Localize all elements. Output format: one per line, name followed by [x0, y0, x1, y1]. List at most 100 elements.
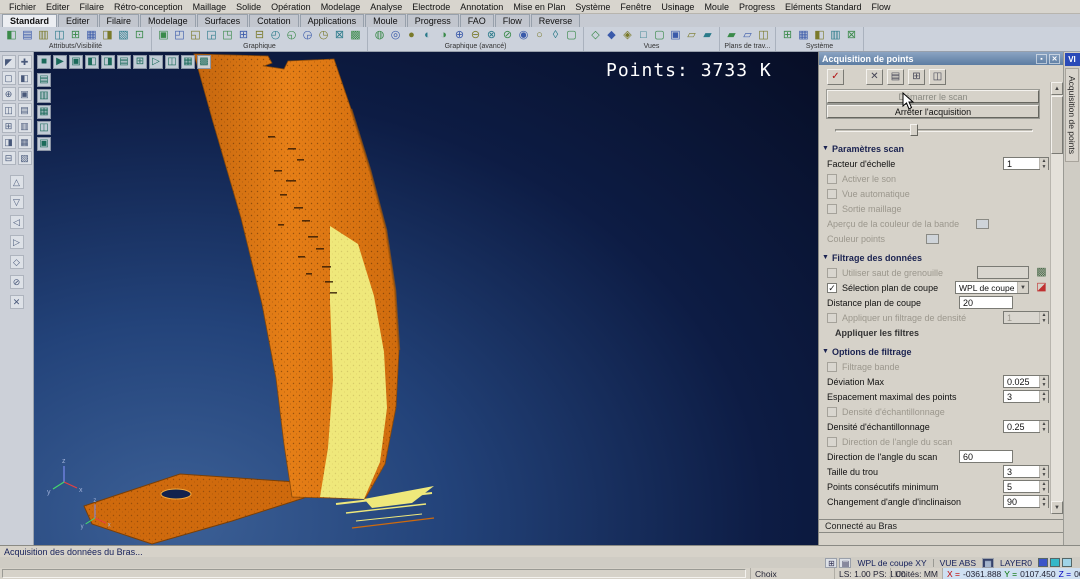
- menu-item[interactable]: Moule: [699, 2, 734, 12]
- menu-item[interactable]: Analyse: [365, 2, 407, 12]
- spin-down-icon[interactable]: ▼: [1040, 397, 1048, 403]
- ribbon-tab[interactable]: Reverse: [531, 14, 581, 27]
- left-tool-icon[interactable]: ✕: [10, 295, 24, 309]
- viewport-tool-icon[interactable]: ▥: [37, 89, 51, 103]
- toolbar-icon[interactable]: ▦: [796, 28, 811, 43]
- toolbar-icon[interactable]: ●: [404, 28, 419, 43]
- toolbar-icon[interactable]: ▥: [828, 28, 843, 43]
- toolbar-icon[interactable]: ◈: [620, 28, 635, 43]
- menu-item[interactable]: Filaire: [75, 2, 110, 12]
- left-tool-icon[interactable]: ⊘: [10, 275, 24, 289]
- autoview-checkbox[interactable]: [827, 189, 837, 199]
- status-tool-icon[interactable]: ⊞: [825, 558, 837, 568]
- viewport-tool-icon[interactable]: ▶: [53, 55, 67, 69]
- toolbar-icon[interactable]: ▥: [36, 28, 51, 43]
- left-tool-icon[interactable]: ◧: [18, 71, 32, 85]
- toolbar-icon[interactable]: ◲: [204, 28, 219, 43]
- toolbar-icon[interactable]: ◍: [372, 28, 387, 43]
- density-filter-spinner[interactable]: 1 ▲▼: [1003, 311, 1049, 324]
- toolbar-icon[interactable]: ▣: [668, 28, 683, 43]
- toolbar-icon[interactable]: ◰: [172, 28, 187, 43]
- menu-item[interactable]: Fenêtre: [615, 2, 656, 12]
- left-tool-icon[interactable]: ▣: [18, 87, 32, 101]
- deviation-spinner[interactable]: 0.025 ▲▼: [1003, 375, 1049, 388]
- viewport-tool-icon[interactable]: ⊞: [133, 55, 147, 69]
- spinner-value[interactable]: 90: [1004, 496, 1039, 507]
- ribbon-tab[interactable]: Applications: [300, 14, 365, 27]
- panel-scrollbar[interactable]: ▲ ▼: [1050, 82, 1063, 514]
- scroll-up-icon[interactable]: ▲: [1051, 82, 1063, 95]
- viewport-tool-icon[interactable]: ■: [37, 55, 51, 69]
- ribbon-tab[interactable]: Editer: [58, 14, 98, 27]
- spin-down-icon[interactable]: ▼: [1040, 164, 1048, 170]
- spinner-buttons[interactable]: ▲▼: [1039, 376, 1048, 387]
- toolbar-icon[interactable]: ◫: [756, 28, 771, 43]
- toolbar-icon[interactable]: ⊕: [452, 28, 467, 43]
- spinner-value[interactable]: 3: [1004, 466, 1039, 477]
- toolbar-icon[interactable]: ◶: [300, 28, 315, 43]
- left-tool-icon[interactable]: ◫: [2, 103, 16, 117]
- toolbar-icon[interactable]: ▦: [84, 28, 99, 43]
- frog-jump-checkbox[interactable]: [827, 268, 837, 278]
- spacing-spinner[interactable]: 3 ▲▼: [1003, 390, 1049, 403]
- toolbar-icon[interactable]: ◇: [588, 28, 603, 43]
- left-tool-icon[interactable]: ▦: [18, 135, 32, 149]
- viewport-tool-icon[interactable]: ▷: [149, 55, 163, 69]
- spinner-buttons[interactable]: ▲▼: [1039, 481, 1048, 492]
- band-color-swatch[interactable]: [976, 219, 989, 229]
- panel-title-bar[interactable]: Acquisition de points ▪ ✕: [819, 52, 1063, 65]
- toolbar-icon[interactable]: ◨: [100, 28, 115, 43]
- left-tool-icon[interactable]: ▢: [2, 71, 16, 85]
- left-tool-icon[interactable]: ⊕: [2, 87, 16, 101]
- viewport-tool-icon[interactable]: ▤: [37, 73, 51, 87]
- color-swatch[interactable]: [1050, 558, 1060, 567]
- start-scan-button[interactable]: Démarrer le scan: [827, 90, 1039, 103]
- point-color-swatch[interactable]: [926, 234, 939, 244]
- menu-item[interactable]: Progress: [734, 2, 780, 12]
- toolbar-icon[interactable]: ⊠: [844, 28, 859, 43]
- viewport-tool-icon[interactable]: ▣: [37, 137, 51, 151]
- wpl-indicator[interactable]: WPL de coupe XY: [857, 558, 926, 568]
- toolbar-icon[interactable]: ▰: [724, 28, 739, 43]
- pin-icon[interactable]: ▪: [1036, 54, 1047, 64]
- sound-checkbox[interactable]: [827, 174, 837, 184]
- toolbar-icon[interactable]: ▰: [700, 28, 715, 43]
- viewport-3d[interactable]: z x y z x y ■▶▣◧◨▤⊞▷◫▦▩ ▤▥▦◫▣ Points: 37…: [34, 52, 818, 545]
- toolbar-icon[interactable]: ⊡: [132, 28, 147, 43]
- spin-down-icon[interactable]: ▼: [1040, 487, 1048, 493]
- menu-item[interactable]: Eléments Standard: [780, 2, 867, 12]
- left-tool-icon[interactable]: ◇: [10, 255, 24, 269]
- band-filter-checkbox[interactable]: [827, 362, 837, 372]
- spinner-value[interactable]: 1: [1004, 158, 1039, 169]
- toolbar-icon[interactable]: ◆: [604, 28, 619, 43]
- viewport-tool-icon[interactable]: ◧: [85, 55, 99, 69]
- viewport-tool-icon[interactable]: ◨: [101, 55, 115, 69]
- cut-plane-checkbox[interactable]: ✓: [827, 283, 837, 293]
- choice-button[interactable]: Choix: [750, 568, 781, 579]
- sampling-spinner[interactable]: 0.25 ▲▼: [1003, 420, 1049, 433]
- ribbon-tab[interactable]: FAO: [460, 14, 494, 27]
- ribbon-tab[interactable]: Modelage: [140, 14, 196, 27]
- spinner-value[interactable]: 0.25: [1004, 421, 1039, 432]
- spin-down-icon[interactable]: ▼: [1040, 382, 1048, 388]
- collapse-icon[interactable]: ▼: [822, 145, 829, 152]
- panel-tool-icon[interactable]: ▤: [887, 69, 904, 85]
- toolbar-icon[interactable]: ◳: [220, 28, 235, 43]
- spinner-value[interactable]: 0.025: [1004, 376, 1039, 387]
- section-parametres-scan[interactable]: ▼ Paramètres scan: [819, 141, 1063, 156]
- left-tool-icon[interactable]: ⊞: [2, 119, 16, 133]
- toolbar-icon[interactable]: ◉: [516, 28, 531, 43]
- menu-collapse-icon[interactable]: ↑: [674, 2, 679, 12]
- toolbar-icon[interactable]: ◎: [388, 28, 403, 43]
- left-tool-icon[interactable]: ▷: [10, 235, 24, 249]
- density-filter-checkbox[interactable]: [827, 313, 837, 323]
- viewport-tool-icon[interactable]: ◫: [37, 121, 51, 135]
- hole-size-spinner[interactable]: 3 ▲▼: [1003, 465, 1049, 478]
- left-tool-icon[interactable]: ◨: [2, 135, 16, 149]
- mesh-output-checkbox[interactable]: [827, 204, 837, 214]
- left-tool-icon[interactable]: △: [10, 175, 24, 189]
- scroll-down-icon[interactable]: ▼: [1051, 501, 1063, 514]
- cut-plane-combobox[interactable]: WPL de coupe ▼: [955, 281, 1029, 294]
- left-tool-icon[interactable]: ▽: [10, 195, 24, 209]
- left-tool-icon[interactable]: ✚: [18, 55, 32, 69]
